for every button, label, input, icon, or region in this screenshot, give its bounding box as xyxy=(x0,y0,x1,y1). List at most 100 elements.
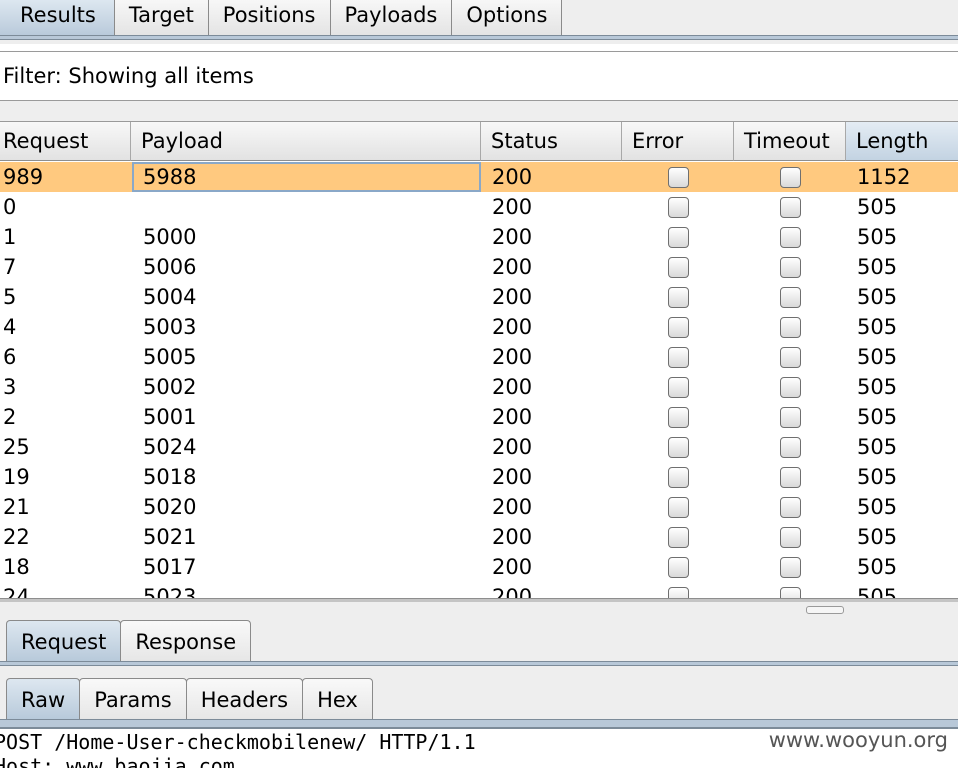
error-checkbox xyxy=(668,347,689,368)
cell-request: 989 xyxy=(3,165,44,189)
message-tab-strip: Request Response xyxy=(6,620,252,662)
table-row[interactable]: 6 5005 200 505 xyxy=(0,342,958,372)
cell-length: 505 xyxy=(857,345,898,369)
table-row[interactable]: 19 5018 200 505 xyxy=(0,462,958,492)
cell-length: 505 xyxy=(857,585,898,599)
editor-line-request[interactable]: POST /Home-User-checkmobilenew/ HTTP/1.1 xyxy=(0,730,476,754)
column-header-timeout[interactable]: Timeout xyxy=(734,122,846,161)
cell-request: 3 xyxy=(3,375,17,399)
tab-hex[interactable]: Hex xyxy=(302,678,373,720)
table-row[interactable]: 989 5988 200 1152 xyxy=(0,162,958,192)
cell-payload: 5024 xyxy=(143,435,197,459)
tab-headers[interactable]: Headers xyxy=(185,678,304,720)
cell-payload: 5004 xyxy=(143,285,197,309)
cell-request: 24 xyxy=(3,585,30,599)
timeout-checkbox xyxy=(780,527,801,548)
tab-request[interactable]: Request xyxy=(6,620,122,662)
cell-request: 21 xyxy=(3,495,30,519)
view-tab-strip: Raw Params Headers Hex xyxy=(6,678,373,720)
cell-payload: 5002 xyxy=(143,375,197,399)
tab-positions[interactable]: Positions xyxy=(208,0,331,36)
table-row[interactable]: 2 5001 200 505 xyxy=(0,402,958,432)
cell-payload: 5018 xyxy=(143,465,197,489)
timeout-checkbox xyxy=(780,437,801,458)
cell-length: 505 xyxy=(857,255,898,279)
cell-request: 22 xyxy=(3,525,30,549)
timeout-checkbox xyxy=(780,467,801,488)
results-table: Request Payload Status Error Timeout Len… xyxy=(0,121,958,599)
table-row[interactable]: 4 5003 200 505 xyxy=(0,312,958,342)
cell-length: 505 xyxy=(857,525,898,549)
cell-request: 5 xyxy=(3,285,17,309)
cell-length: 505 xyxy=(857,465,898,489)
cell-status: 200 xyxy=(492,345,533,369)
cell-length: 1152 xyxy=(857,165,911,189)
cell-status: 200 xyxy=(492,525,533,549)
cell-length: 505 xyxy=(857,225,898,249)
splitter-grip-handle[interactable] xyxy=(806,606,844,614)
cell-request: 4 xyxy=(3,315,17,339)
timeout-checkbox xyxy=(780,257,801,278)
cell-request: 7 xyxy=(3,255,17,279)
cell-status: 200 xyxy=(492,315,533,339)
cell-status: 200 xyxy=(492,405,533,429)
cell-status: 200 xyxy=(492,555,533,579)
timeout-checkbox xyxy=(780,167,801,188)
cell-status: 200 xyxy=(492,375,533,399)
tab-params[interactable]: Params xyxy=(79,678,187,720)
error-checkbox xyxy=(668,197,689,218)
table-row[interactable]: 22 5021 200 505 xyxy=(0,522,958,552)
timeout-checkbox xyxy=(780,377,801,398)
column-header-request[interactable]: Request xyxy=(0,122,131,161)
cell-payload: 5017 xyxy=(143,555,197,579)
tab-payloads[interactable]: Payloads xyxy=(330,0,453,36)
error-checkbox xyxy=(668,407,689,428)
cell-status: 200 xyxy=(492,465,533,489)
column-header-status[interactable]: Status xyxy=(481,122,622,161)
cell-payload: 5020 xyxy=(143,495,197,519)
cell-payload: 5006 xyxy=(143,255,197,279)
table-row[interactable]: 24 5023 200 505 xyxy=(0,582,958,599)
table-row[interactable]: 1 5000 200 505 xyxy=(0,222,958,252)
error-checkbox xyxy=(668,497,689,518)
table-row[interactable]: 21 5020 200 505 xyxy=(0,492,958,522)
cell-payload: 5005 xyxy=(143,345,197,369)
table-row[interactable]: 3 5002 200 505 xyxy=(0,372,958,402)
cell-length: 505 xyxy=(857,405,898,429)
tab-target[interactable]: Target xyxy=(114,0,209,36)
timeout-checkbox xyxy=(780,287,801,308)
cell-request: 2 xyxy=(3,405,17,429)
cell-request: 0 xyxy=(3,195,17,219)
filter-bar[interactable]: Filter: Showing all items xyxy=(0,51,958,101)
cell-status: 200 xyxy=(492,585,533,599)
table-row[interactable]: 0 200 505 xyxy=(0,192,958,222)
table-row[interactable]: 25 5024 200 505 xyxy=(0,432,958,462)
column-header-error[interactable]: Error xyxy=(622,122,734,161)
table-row[interactable]: 18 5017 200 505 xyxy=(0,552,958,582)
editor-line-host[interactable]: Host: www.baojia.com xyxy=(0,754,235,768)
filter-text: Showing all items xyxy=(68,64,254,88)
cell-status: 200 xyxy=(492,225,533,249)
cell-length: 505 xyxy=(857,195,898,219)
watermark-text: www.wooyun.org xyxy=(768,728,948,752)
table-row[interactable]: 5 5004 200 505 xyxy=(0,282,958,312)
cell-length: 505 xyxy=(857,495,898,519)
cell-status: 200 xyxy=(492,495,533,519)
error-checkbox xyxy=(668,257,689,278)
column-header-length[interactable]: Length xyxy=(846,122,958,161)
filter-gap xyxy=(0,101,958,121)
error-checkbox xyxy=(668,527,689,548)
cell-length: 505 xyxy=(857,375,898,399)
cell-payload: 5001 xyxy=(143,405,197,429)
tab-options[interactable]: Options xyxy=(452,0,563,36)
cell-payload: 5000 xyxy=(143,225,197,249)
column-header-payload[interactable]: Payload xyxy=(131,122,481,161)
tab-response[interactable]: Response xyxy=(120,620,252,662)
cell-status: 200 xyxy=(492,435,533,459)
cell-payload: 5988 xyxy=(132,162,481,192)
cell-request: 18 xyxy=(3,555,30,579)
tab-raw[interactable]: Raw xyxy=(6,678,81,720)
tab-results[interactable]: Results xyxy=(0,0,115,36)
table-row[interactable]: 7 5006 200 505 xyxy=(0,252,958,282)
cell-length: 505 xyxy=(857,285,898,309)
